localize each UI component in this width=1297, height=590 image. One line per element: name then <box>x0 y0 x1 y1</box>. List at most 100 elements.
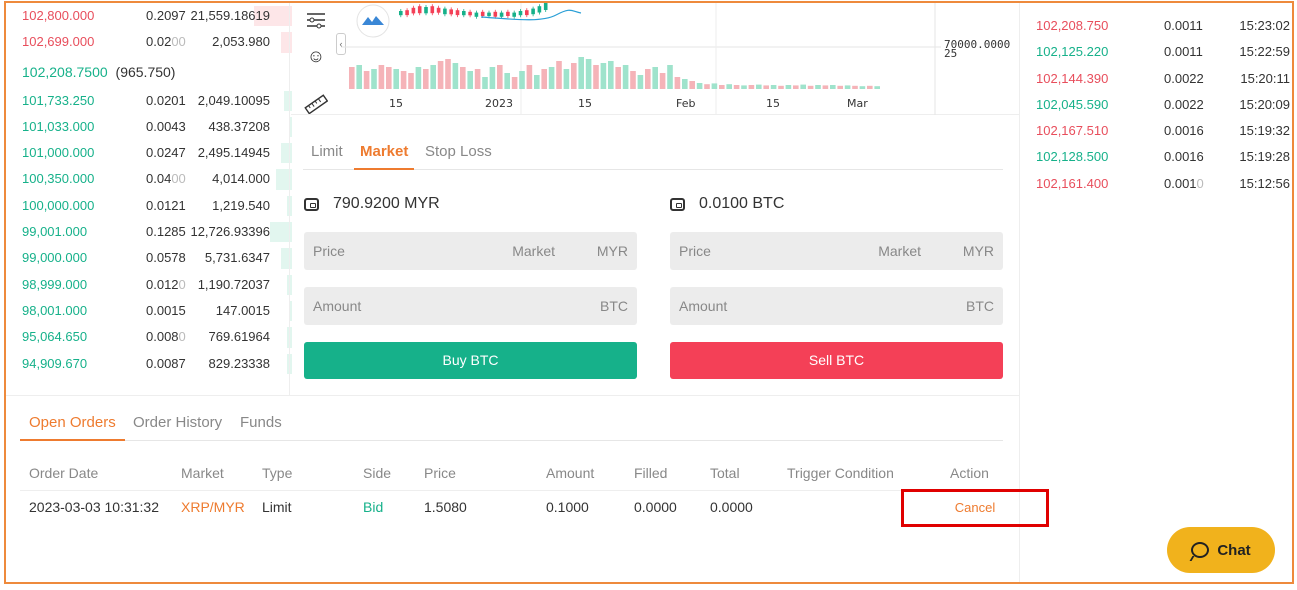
indicator-settings-icon[interactable] <box>303 7 329 33</box>
volume-bar <box>571 63 577 89</box>
cancel-order-button[interactable]: Cancel <box>904 492 1046 524</box>
field-unit: BTC <box>600 298 628 314</box>
buy-button[interactable]: Buy BTC <box>304 342 637 379</box>
trade-time: 15:20:09 <box>1239 96 1290 112</box>
volume-bar <box>378 65 385 89</box>
bid-price: 99,001.000 <box>22 224 88 240</box>
candle <box>436 7 441 13</box>
ruler-icon[interactable] <box>303 91 329 117</box>
bid-row[interactable]: 101,000.000 0.0247 2,495.14945 <box>22 140 292 166</box>
volume-bar <box>593 65 599 89</box>
ask-row[interactable]: 102,800.000 0.2097 21,559.18619 <box>22 3 292 29</box>
trade-time: 15:20:11 <box>1240 70 1290 86</box>
field-label: Amount <box>679 298 728 314</box>
chat-button[interactable]: Chat <box>1167 527 1275 573</box>
volume-bar <box>445 59 451 89</box>
tab-stop-loss[interactable]: Stop Loss <box>425 143 492 170</box>
ask-row[interactable]: 102,699.000 0.0200 2,053.980 <box>22 29 292 55</box>
bid-price: 94,909.670 <box>22 355 88 371</box>
tab-limit[interactable]: Limit <box>311 143 343 170</box>
bid-total: 147.0015 <box>215 302 270 318</box>
qty-main: 0.001 <box>1164 175 1197 191</box>
tab-funds[interactable]: Funds <box>240 414 282 441</box>
volume-bar <box>719 85 725 89</box>
sell-price-field[interactable]: Price Market MYR <box>670 232 1003 270</box>
trade-qty: 0.0016 <box>1164 123 1204 139</box>
bid-row[interactable]: 94,909.670 0.0087 829.23338 <box>22 351 292 377</box>
bid-row[interactable]: 95,064.650 0.0080 769.61964 <box>22 324 292 350</box>
volume-bar <box>674 77 681 89</box>
candle <box>499 12 504 17</box>
col-side: Side <box>363 465 392 481</box>
volume-bar <box>622 65 629 89</box>
field-label: Price <box>313 243 345 259</box>
candle <box>493 11 498 17</box>
order-market-link[interactable]: XRP/MYR <box>181 499 245 515</box>
bid-row[interactable]: 98,001.000 0.0015 147.0015 <box>22 298 292 324</box>
cancel-highlight: Cancel <box>901 489 1049 527</box>
price-axis-sublabel: 25 <box>944 47 958 60</box>
sell-amount-field[interactable]: Amount BTC <box>670 287 1003 325</box>
volume-bar <box>585 59 592 89</box>
trade-qty: 0.0022 <box>1164 70 1204 86</box>
bid-row[interactable]: 100,350.000 0.0400 4,014.000 <box>22 166 292 192</box>
bid-row[interactable]: 101,733.250 0.0201 2,049.10095 <box>22 88 292 114</box>
trade-row: 102,208.750 0.0011 15:23:02 <box>1036 13 1292 39</box>
bid-row[interactable]: 99,000.000 0.0578 5,731.6347 <box>22 245 292 271</box>
bid-row[interactable]: 101,033.000 0.0043 438.37208 <box>22 114 292 140</box>
col-total: Total <box>710 465 740 481</box>
bid-row[interactable]: 98,999.000 0.0120 1,190.72037 <box>22 272 292 298</box>
price-chart[interactable]: ☺ ‹ 70000.0000 25 15 2023 15 Feb 15 Mar <box>291 3 1019 115</box>
trade-price: 102,161.400 <box>1036 175 1109 191</box>
tradingview-logo-icon[interactable] <box>356 4 390 38</box>
volume-bar <box>526 65 533 89</box>
volume-bar <box>489 67 496 89</box>
trade-row: 102,125.220 0.0011 15:22:59 <box>1036 39 1292 65</box>
tab-order-history[interactable]: Order History <box>133 414 222 441</box>
bid-qty: 0.0121 <box>146 197 186 213</box>
order-total: 0.0000 <box>710 499 753 515</box>
smiley-icon[interactable]: ☺ <box>303 43 329 69</box>
candle <box>480 11 485 16</box>
tab-market[interactable]: Market <box>354 143 415 170</box>
chat-label: Chat <box>1217 541 1251 559</box>
buy-amount-field[interactable]: Amount BTC <box>304 287 637 325</box>
bid-price: 101,000.000 <box>22 145 95 161</box>
col-market: Market <box>181 465 224 481</box>
candle <box>518 11 523 16</box>
ask-qty: 0.0200 <box>146 29 186 55</box>
bid-row[interactable]: 100,000.000 0.0121 1,219.540 <box>22 193 292 219</box>
bid-price: 95,064.650 <box>22 329 88 345</box>
volume-bar <box>800 84 806 89</box>
trade-time: 15:19:32 <box>1239 123 1290 139</box>
col-filled: Filled <box>634 465 668 481</box>
volume-bar <box>541 69 547 89</box>
order-date: 2023-03-03 10:31:32 <box>29 499 159 515</box>
candle <box>531 8 535 15</box>
trade-qty: 0.0010 <box>1164 171 1204 197</box>
volume-bar <box>452 63 459 89</box>
buy-price-field[interactable]: Price Market MYR <box>304 232 637 270</box>
volume-bar <box>356 65 362 89</box>
sell-button[interactable]: Sell BTC <box>670 342 1003 379</box>
ask-qty: 0.2097 <box>146 8 186 23</box>
last-price: 102,208.7500 <box>22 63 108 80</box>
volume-bar <box>630 71 636 89</box>
order-book: 102,800.000 0.2097 21,559.18619 102,699.… <box>22 3 292 395</box>
field-label: Amount <box>313 298 362 314</box>
trade-row: 102,167.510 0.0016 15:19:32 <box>1036 118 1292 144</box>
divider <box>289 3 290 395</box>
bid-total: 5,731.6347 <box>204 250 270 266</box>
tab-open-orders[interactable]: Open Orders <box>20 414 125 441</box>
chat-bubble-icon <box>1191 542 1210 558</box>
qty-main: 0.04 <box>146 171 172 187</box>
bid-price: 101,033.000 <box>22 118 95 134</box>
bid-qty: 0.0201 <box>146 92 186 108</box>
bid-price: 100,350.000 <box>22 171 95 187</box>
candle <box>411 7 416 14</box>
bid-qty: 0.0080 <box>146 324 186 350</box>
bid-row[interactable]: 99,001.000 0.1285 12,726.93396 <box>22 219 292 245</box>
volume-bar <box>844 85 851 89</box>
trade-time: 15:22:59 <box>1239 44 1290 60</box>
candle <box>430 6 435 14</box>
